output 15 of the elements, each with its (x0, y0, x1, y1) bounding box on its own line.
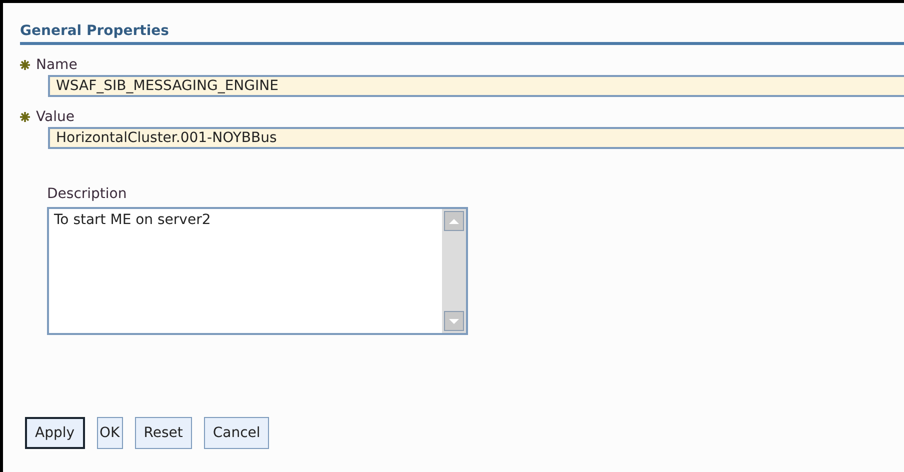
form-button[interactable]: OK (96, 417, 123, 449)
required-icon (20, 60, 30, 70)
scroll-up-icon[interactable] (444, 211, 464, 231)
field-label: Name (36, 57, 78, 73)
required-icon (20, 112, 30, 122)
form-button[interactable]: Reset (134, 417, 192, 449)
field-label: Value (36, 109, 74, 125)
form-button[interactable]: Cancel (204, 417, 270, 449)
input-field[interactable]: WSAF_SIB_MESSAGING_ENGINE (48, 75, 904, 97)
text-area[interactable]: To start ME on server2 (47, 207, 468, 335)
section-title: General Properties (20, 23, 904, 45)
scroll-down-icon[interactable] (444, 311, 464, 331)
input-field[interactable]: HorizontalCluster.001-NOYBBus (48, 127, 904, 149)
form-button[interactable]: Apply (25, 417, 85, 449)
field-label: Description (47, 186, 127, 202)
